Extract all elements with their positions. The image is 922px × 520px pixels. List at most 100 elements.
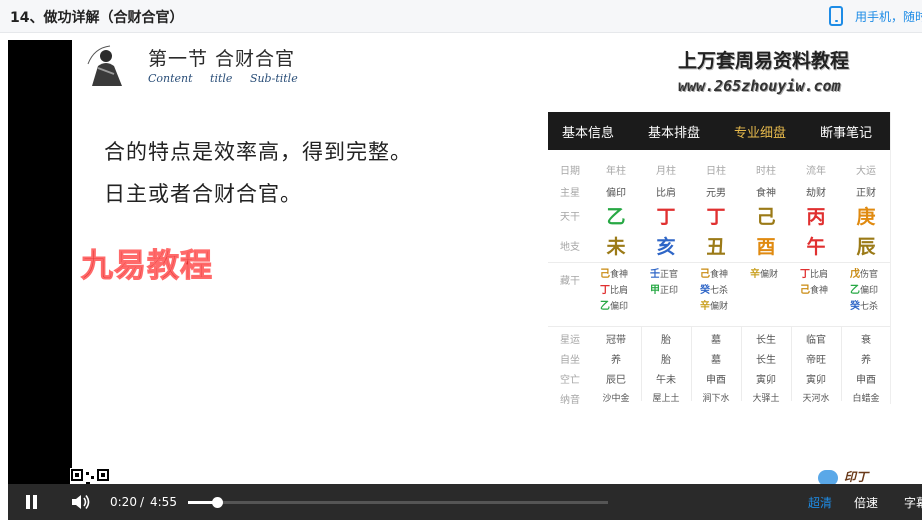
pillar-branch: 酉: [756, 236, 776, 258]
section-subtitle: Content title Sub-title: [148, 72, 298, 85]
section-title: 第一节 合财合官: [148, 48, 296, 70]
row-label-self_seat: 自坐: [560, 355, 580, 366]
slide-text-line: 日主或者合财合官。: [104, 182, 302, 206]
row-label-main_star: 主星: [560, 188, 580, 199]
pillar-void: 申酉: [706, 375, 726, 386]
bazi-tabs: 基本信息 基本排盘 专业细盘 断事笔记: [548, 112, 890, 150]
hidden-stem: 甲: [650, 285, 660, 296]
pillar-nayin: 白蜡金: [852, 394, 880, 404]
hidden-stem-item: 己食神: [600, 267, 644, 283]
pillar-nayin: 涧下水: [702, 394, 730, 404]
pause-button[interactable]: [22, 492, 42, 512]
pillar-branch: 亥: [656, 236, 676, 258]
row-label-void: 空亡: [560, 375, 580, 386]
video-letterbox: [8, 40, 72, 484]
mobile-watch-link[interactable]: 用手机，随时: [855, 8, 922, 25]
pillar-branch: 未: [606, 236, 626, 258]
pillar-main_star: 正财: [856, 188, 876, 199]
pillar-star_fortune: 长生: [756, 335, 776, 346]
hidden-god: 伤官: [860, 270, 879, 280]
speed-button[interactable]: 倍速: [854, 494, 878, 511]
video-slide: 第一节 合财合官 Content title Sub-title 上万套周易资料…: [72, 40, 922, 484]
row-label-star_fortune: 星运: [560, 335, 580, 346]
progress-handle[interactable]: [211, 497, 223, 508]
hidden-stems: 辛偏财: [750, 267, 794, 283]
page-title: 14、做功详解（合财合官）: [10, 10, 184, 26]
hidden-stem-item: 乙偏印: [850, 283, 894, 299]
column-separator: [791, 327, 792, 401]
column-separator: [741, 327, 742, 401]
pillar-self_seat: 养: [611, 355, 621, 366]
hidden-god: 偏印: [860, 286, 879, 296]
pillar-branch: 辰: [856, 236, 876, 258]
hidden-stem: 丁: [600, 285, 610, 296]
hidden-stem-item: 己食神: [800, 283, 844, 299]
hidden-stem-item: 丁比肩: [800, 267, 844, 283]
hidden-god: 正官: [660, 270, 679, 280]
pillar-void: 寅卯: [806, 375, 826, 386]
pillar-main_star: 比肩: [656, 188, 676, 199]
row-label-branch: 地支: [560, 242, 580, 253]
pillar-header: 大运: [856, 166, 876, 177]
corner-logo: 印丁: [844, 470, 869, 484]
hidden-stem-item: 丁比肩: [600, 283, 644, 299]
hidden-stem: 己: [600, 269, 610, 280]
brand-url: www.265zhouyiw.com: [678, 77, 841, 95]
row-label-date: 日期: [560, 166, 580, 177]
pillar-self_seat: 长生: [756, 355, 776, 366]
hidden-god: 食神: [810, 286, 829, 296]
pillar-main_star: 偏印: [606, 188, 626, 199]
hidden-god: 偏印: [610, 302, 629, 312]
hidden-stem: 己: [800, 285, 810, 296]
hidden-stem: 丁: [800, 269, 810, 280]
phone-icon[interactable]: [829, 6, 843, 26]
watermark: 九易教程: [80, 240, 234, 285]
quality-button[interactable]: 超清: [808, 494, 832, 511]
watermark-text: 九易教程: [80, 246, 214, 285]
slide-text-line: 合的特点是效率高，得到完整。: [104, 140, 412, 164]
pillar-star_fortune: 胎: [661, 335, 671, 346]
progress-bar[interactable]: [188, 497, 608, 508]
pillar-branch: 午: [806, 236, 826, 258]
pillar-nayin: 大驿土: [752, 394, 780, 404]
pillar-stem: 丙: [806, 206, 826, 228]
hidden-stem-item: 乙偏印: [600, 299, 644, 315]
hidden-god: 食神: [710, 270, 729, 280]
pillar-stem: 丁: [656, 206, 676, 228]
row-separator: [548, 326, 890, 327]
hidden-stem-item: 甲正印: [650, 283, 694, 299]
hidden-stem-item: 辛偏财: [700, 299, 744, 315]
pillar-self_seat: 胎: [661, 355, 671, 366]
row-label-hidden: 藏干: [560, 276, 580, 287]
hidden-stem-item: 壬正官: [650, 267, 694, 283]
hidden-stem: 癸: [700, 285, 710, 296]
pillar-self_seat: 养: [861, 355, 871, 366]
hidden-god: 食神: [610, 270, 629, 280]
hidden-stems: 丁比肩 己食神: [800, 267, 844, 299]
pillar-header: 时柱: [756, 166, 776, 177]
pillar-star_fortune: 衰: [861, 335, 871, 346]
hidden-stems: 戊伤官 乙偏印 癸七杀: [850, 267, 894, 315]
pillar-stem: 乙: [606, 206, 626, 228]
hidden-stem: 壬: [650, 269, 660, 280]
subtitle-button[interactable]: 字幕: [904, 494, 922, 511]
tab-notes[interactable]: 断事笔记: [820, 122, 872, 141]
pillar-nayin: 屋上土: [652, 394, 680, 404]
volume-icon[interactable]: [70, 492, 92, 512]
hidden-god: 比肩: [610, 286, 629, 296]
tab-basic-info[interactable]: 基本信息: [562, 122, 614, 141]
tab-pro-chart[interactable]: 专业细盘: [734, 122, 786, 141]
pillar-star_fortune: 冠带: [606, 335, 626, 346]
pillar-main_star: 元男: [706, 188, 726, 199]
column-separator: [641, 327, 642, 401]
current-time: 0:20: [110, 495, 137, 509]
row-separator: [548, 262, 890, 263]
pillar-star_fortune: 墓: [711, 335, 721, 346]
pillar-void: 午未: [656, 375, 676, 386]
tab-basic-chart[interactable]: 基本排盘: [648, 122, 700, 141]
hidden-stem-item: 癸七杀: [700, 283, 744, 299]
hidden-stem-item: 辛偏财: [750, 267, 794, 283]
hidden-stems: 壬正官 甲正印: [650, 267, 694, 299]
hidden-stem: 戊: [850, 269, 860, 280]
video-player[interactable]: 第一节 合财合官 Content title Sub-title 上万套周易资料…: [8, 40, 922, 520]
